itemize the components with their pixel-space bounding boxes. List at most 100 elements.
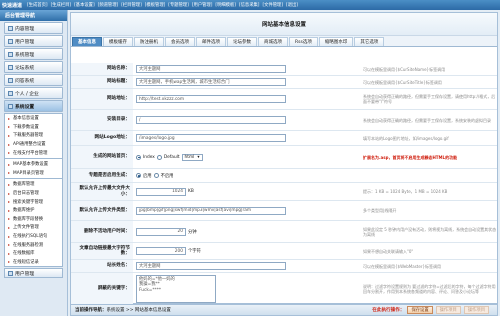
site-title-input[interactable]: 大河主题网，手机wap生活网，城市生活综合门 [136, 78, 286, 86]
radio-index[interactable] [136, 154, 141, 160]
submenu-online-db[interactable]: ▸ 在线数据库 [5, 249, 62, 258]
topnav-detail-template[interactable]: [明细模板] [214, 2, 237, 8]
submenu-run-sql[interactable]: ▸ 在线执行SQL语句 [5, 232, 62, 241]
submenu-database[interactable]: ▸ 数据库管理 [5, 180, 62, 189]
topnav-file-manage[interactable]: [文件管理] [261, 2, 284, 8]
submenu-sms-log[interactable]: ▸ 在线短信记录 [5, 258, 62, 267]
sidebar-item-system[interactable]: 系统管理 [4, 48, 63, 60]
upload-types-input[interactable]: jpg|bmp|gif|png|swf|mid|mp3|wmv|asf|avi|… [136, 206, 286, 215]
tab-thumbnail-watermark[interactable]: 缩略图水印 [318, 37, 354, 46]
topnav-template-manage[interactable]: [模板管理] [144, 2, 167, 8]
site-owner-input[interactable]: 大河主题网 [136, 262, 286, 270]
operation-button[interactable]: 操作项目 [435, 306, 461, 314]
submenu-upload-files[interactable]: ▸ 上传文件管理 [5, 223, 62, 232]
radio-label: Index [143, 154, 155, 160]
sidebar-item-content[interactable]: 内容管理 [4, 22, 63, 34]
status-bar: 当前操作导航：系统设置 >> 网站基本信息设置 在此执行操作： 保存设置 操作项… [70, 304, 498, 316]
save-button[interactable]: 保存设置 [407, 306, 433, 314]
radio-enable[interactable] [136, 173, 141, 178]
submenu-db-maintenance[interactable]: ▸ 数据库维护 [5, 206, 62, 215]
tab-other-options[interactable]: 其它选项 [354, 37, 385, 46]
keyword-length-input[interactable]: 200 [136, 247, 186, 255]
form-row-site-owner: 站长姓名： 大河主题网 可以在模板里调用{$WebMaster}标签调用 [71, 260, 497, 273]
blocked-keywords-textarea[interactable]: 他妈的=*他一妈的 我操=我** Fuck=**** [136, 274, 216, 303]
arrow-icon: ▸ [8, 141, 11, 147]
field-tip: 可以在模板里调用{$CurSiteTitle}标签调用 [363, 79, 442, 85]
radio-label: Default [163, 154, 180, 160]
sidebar-item-qa[interactable]: 问答系统 [4, 74, 63, 86]
submenu-basic-info[interactable]: ▸ 基本信息设置 [5, 114, 62, 123]
install-dir-input[interactable]: / [136, 116, 286, 124]
sidebar-submenu: ▸ 基本信息设置 ▸ 下载参数设置 ▸ 下载服务器管理 ▸ API通用整合设置 ▸ 在线支… [4, 113, 63, 268]
topnav-column-manage[interactable]: [栏目管理] [120, 2, 143, 8]
extension-select[interactable]: html ▾ [181, 153, 203, 161]
topnav-channel-manage[interactable]: [频道管理] [97, 2, 120, 8]
arrow-icon: ▸ [8, 124, 11, 130]
field-tip: 可以在模板里调用{$CurSiteName}标签调用 [363, 66, 446, 72]
field-cell: 大河主题网 [133, 63, 359, 75]
field-cell: / [133, 110, 359, 130]
folder-icon [8, 25, 13, 31]
topnav-generate-home[interactable]: [生成首页] [26, 2, 49, 8]
submenu-api-settings[interactable]: ▸ API通用整合设置 [5, 140, 62, 149]
submenu-label: 在线数据库 [13, 251, 35, 257]
sidebar-item-label: 系统管理 [15, 52, 35, 58]
submenu-download-params[interactable]: ▸ 下载参数设置 [5, 123, 62, 132]
field-tip: 提示：1 KB = 1024 Byte，1 MB = 1024 KB [363, 189, 448, 194]
submenu-db-field-replace[interactable]: ▸ 数据库字段替换 [5, 215, 62, 224]
form-row-upload-size: 默认允许上传最大文件大小： 1024 KB 提示：1 KB = 1024 Byt… [71, 183, 497, 201]
field-label: 默认允许上传最大文件大小： [71, 183, 133, 200]
arrow-icon: ▸ [8, 150, 11, 156]
arrow-icon: ▸ [8, 199, 11, 205]
tab-rss-options[interactable]: Rss选项 [289, 37, 318, 46]
site-url-input[interactable]: http://test.xkzzz.com [136, 95, 286, 103]
form-row-logo: 网站Logo地址： /images/logo.jpg 填写本站的Logo图片地址… [71, 131, 497, 146]
sidebar-item-personal[interactable]: 个人 / 企业 [4, 87, 63, 99]
submenu-label: 下载参数设置 [13, 124, 39, 130]
idle-timeout-input[interactable]: 20 [136, 227, 186, 236]
sidebar-item-user-manage[interactable]: 用户管理 [4, 268, 63, 279]
arrow-icon: ▸ [8, 207, 11, 213]
upload-size-input[interactable]: 1024 [136, 187, 186, 196]
submenu-label: 搜索关键字管理 [13, 199, 44, 205]
submenu-admin-log[interactable]: ▸ 后台日志管理 [5, 189, 62, 198]
tab-mail-options[interactable]: 邮件选项 [196, 37, 226, 46]
submenu-map-params[interactable]: ▸ MAP基本参数设置 [5, 160, 62, 169]
submenu-label: 基本信息设置 [13, 116, 39, 122]
logo-input[interactable]: /images/logo.jpg [136, 134, 286, 142]
submenu-server-check[interactable]: ▸ 在线服务器检测 [5, 240, 62, 249]
tab-basic-info[interactable]: 基本信息 [72, 37, 102, 46]
tab-member-options[interactable]: 会员选项 [165, 37, 195, 46]
submenu-map-directory[interactable]: ▸ MAP目录页管理 [5, 169, 62, 178]
field-unit: 个字符 [188, 249, 201, 254]
sidebar-item-label: 用户管理 [15, 271, 35, 277]
topnav-info-collect[interactable]: [信息采集] [238, 2, 261, 8]
topnav-logout[interactable]: [退出] [285, 2, 299, 8]
sidebar-item-settings[interactable]: 系统设置 [4, 100, 63, 112]
submenu-label: MAP基本参数设置 [13, 162, 49, 168]
submenu-online-payment[interactable]: ▸ 在线支付平台管理 [5, 148, 62, 157]
tab-shop-options[interactable]: 商城选项 [258, 37, 288, 46]
topnav-generate-columns[interactable]: [生成栏目] [50, 2, 73, 8]
field-unit: 分钟 [188, 229, 197, 235]
tab-forum-params[interactable]: 论坛参数 [227, 37, 257, 46]
radio-disable[interactable] [153, 173, 159, 178]
field-label: 网站地址： [71, 89, 133, 109]
sidebar-item-forum[interactable]: 论坛系统 [4, 61, 63, 73]
topnav-user-manage[interactable]: [用户管理] [191, 2, 214, 8]
field-label: 网站标题： [71, 76, 133, 88]
topnav-basic-settings[interactable]: [基本设置] [73, 2, 96, 8]
folder-icon [8, 103, 13, 109]
radio-default[interactable] [156, 154, 162, 160]
submenu-label: 数据库维护 [13, 208, 35, 214]
tab-anti-registration[interactable]: 防注册机 [134, 37, 164, 46]
submenu-download-servers[interactable]: ▸ 下载服务器管理 [5, 131, 62, 140]
submenu-search-keywords[interactable]: ▸ 搜索关键字管理 [5, 197, 62, 206]
topnav-topic-manage[interactable]: [专题管理] [167, 2, 190, 8]
tab-template-cache[interactable]: 模板缓存 [103, 37, 133, 46]
sidebar-item-users[interactable]: 用户管理 [4, 35, 63, 47]
operation-button[interactable]: 操作项目 [463, 306, 489, 314]
field-label: 默认允许上传文件类型： [71, 201, 133, 220]
site-name-input[interactable]: 大河主题网 [136, 65, 286, 73]
sidebar-header: 后台管理导航 [0, 10, 67, 21]
